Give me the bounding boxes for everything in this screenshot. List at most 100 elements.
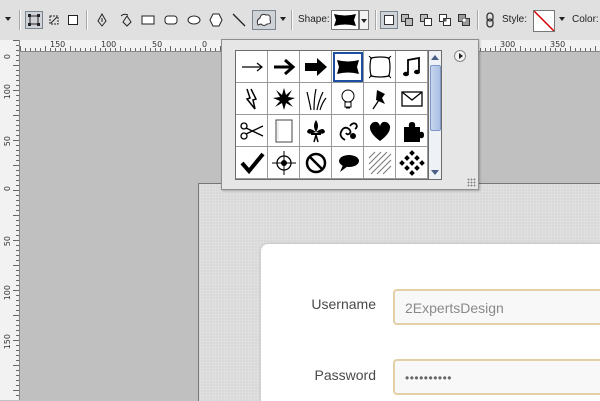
scroll-thumb[interactable]: [430, 65, 441, 131]
shape-preview[interactable]: [331, 10, 359, 30]
ruler-tick: [190, 48, 191, 51]
heart-icon[interactable]: [364, 115, 396, 147]
fleur-de-lis-icon[interactable]: [300, 115, 332, 147]
ruler-label: 150: [3, 334, 12, 350]
music-note-icon[interactable]: [396, 51, 428, 83]
ruler-tick: [500, 48, 501, 51]
color-label: Color:: [572, 14, 599, 25]
shape-grid-scrollbar[interactable]: [429, 50, 442, 180]
fill-pixels-icon[interactable]: [64, 11, 82, 29]
shape-grid: [235, 50, 429, 180]
ruler-tick: [510, 48, 511, 51]
ruler-tick: [13, 140, 19, 141]
shape-picker-dropdown[interactable]: [359, 10, 369, 30]
checker-diamond-icon[interactable]: [396, 147, 428, 179]
toolbar-separator: [19, 10, 21, 30]
pushpin-icon[interactable]: [364, 83, 396, 115]
scroll-down-button[interactable]: [429, 167, 441, 179]
ruler-tick: [13, 365, 19, 366]
paths-icon[interactable]: [45, 11, 63, 29]
ruler-tick: [16, 170, 19, 171]
rounded-rectangle-icon[interactable]: [162, 11, 180, 29]
thin-arrow-icon[interactable]: [236, 51, 268, 83]
ruler-label: 50: [3, 236, 12, 247]
ruler-tick: [16, 55, 19, 56]
ruler-tick: [16, 160, 19, 161]
ruler-tick: [165, 48, 166, 51]
custom-shape-dropdown[interactable]: [280, 17, 286, 21]
intersect-area-icon[interactable]: [436, 11, 454, 29]
ruler-tick: [100, 48, 101, 51]
ruler-label: 100: [3, 285, 12, 301]
ruler-tick: [155, 48, 156, 51]
ruler-tick: [215, 48, 216, 51]
frame-icon[interactable]: [364, 51, 396, 83]
ruler-tick: [16, 385, 19, 386]
puzzle-icon[interactable]: [396, 115, 428, 147]
rectangle-icon[interactable]: [139, 11, 157, 29]
envelope-icon[interactable]: [396, 83, 428, 115]
ornament-icon[interactable]: [332, 115, 364, 147]
password-label: Password: [314, 367, 376, 383]
exclude-area-icon[interactable]: [455, 11, 473, 29]
checkmark-icon[interactable]: [236, 147, 268, 179]
crosshair-icon[interactable]: [268, 147, 300, 179]
style-dropdown[interactable]: [559, 17, 565, 21]
lightning-icon[interactable]: [236, 83, 268, 115]
ruler-tick: [13, 340, 19, 341]
resize-grip[interactable]: [467, 178, 476, 187]
ruler-tick: [545, 46, 546, 51]
ruler-tick: [13, 190, 19, 191]
ruler-tick: [150, 48, 151, 51]
blank-page-icon[interactable]: [268, 115, 300, 147]
freeform-pen-icon[interactable]: [118, 11, 136, 29]
ruler-tick: [65, 48, 66, 51]
line-icon[interactable]: [230, 11, 248, 29]
polygon-icon[interactable]: [207, 11, 225, 29]
ruler-tick: [16, 380, 19, 381]
ruler-tick: [16, 235, 19, 236]
username-field[interactable]: 2ExpertsDesign: [393, 289, 600, 325]
ruler-tick: [105, 48, 106, 51]
style-swatch[interactable]: [533, 10, 555, 32]
ruler-tick: [16, 230, 19, 231]
scroll-up-button[interactable]: [429, 51, 441, 63]
ruler-tick: [16, 45, 19, 46]
username-value: 2ExpertsDesign: [405, 300, 504, 316]
lightbulb-icon[interactable]: [332, 83, 364, 115]
banner-icon[interactable]: [332, 51, 364, 83]
ruler-tick: [13, 115, 19, 116]
arrow-icon[interactable]: [268, 51, 300, 83]
vertical-ruler[interactable]: 0 100 50 0 50 100 150: [0, 40, 20, 400]
ellipse-icon[interactable]: [185, 11, 203, 29]
scissors-icon[interactable]: [236, 115, 268, 147]
ruler-tick: [35, 48, 36, 51]
hatch-pattern-icon[interactable]: [364, 147, 396, 179]
custom-shape-icon[interactable]: [252, 10, 276, 30]
ruler-tick: [560, 48, 561, 51]
no-sign-icon[interactable]: [300, 147, 332, 179]
ruler-tick: [490, 48, 491, 51]
ruler-tick: [565, 48, 566, 51]
shape-layers-icon[interactable]: [25, 11, 43, 29]
ruler-tick: [16, 345, 19, 346]
ruler-tick: [585, 48, 586, 51]
password-field[interactable]: ••••••••••: [393, 359, 600, 395]
picker-menu-button[interactable]: [454, 50, 466, 62]
ruler-tick: [170, 46, 171, 51]
ruler-tick: [75, 48, 76, 51]
ruler-tick: [16, 325, 19, 326]
add-area-icon[interactable]: [398, 11, 416, 29]
link-icon[interactable]: [481, 11, 499, 29]
ruler-label: 100: [101, 40, 117, 49]
tool-preset-dropdown[interactable]: [5, 17, 11, 21]
subtract-area-icon[interactable]: [417, 11, 435, 29]
new-area-icon[interactable]: [380, 11, 398, 29]
starburst-icon[interactable]: [268, 83, 300, 115]
ruler-tick: [590, 48, 591, 51]
speech-bubble-icon[interactable]: [332, 147, 364, 179]
grass-icon[interactable]: [300, 83, 332, 115]
document-canvas[interactable]: Username 2ExpertsDesign Password •••••••…: [198, 183, 600, 401]
bold-arrow-icon[interactable]: [300, 51, 332, 83]
pen-icon[interactable]: [93, 11, 111, 29]
